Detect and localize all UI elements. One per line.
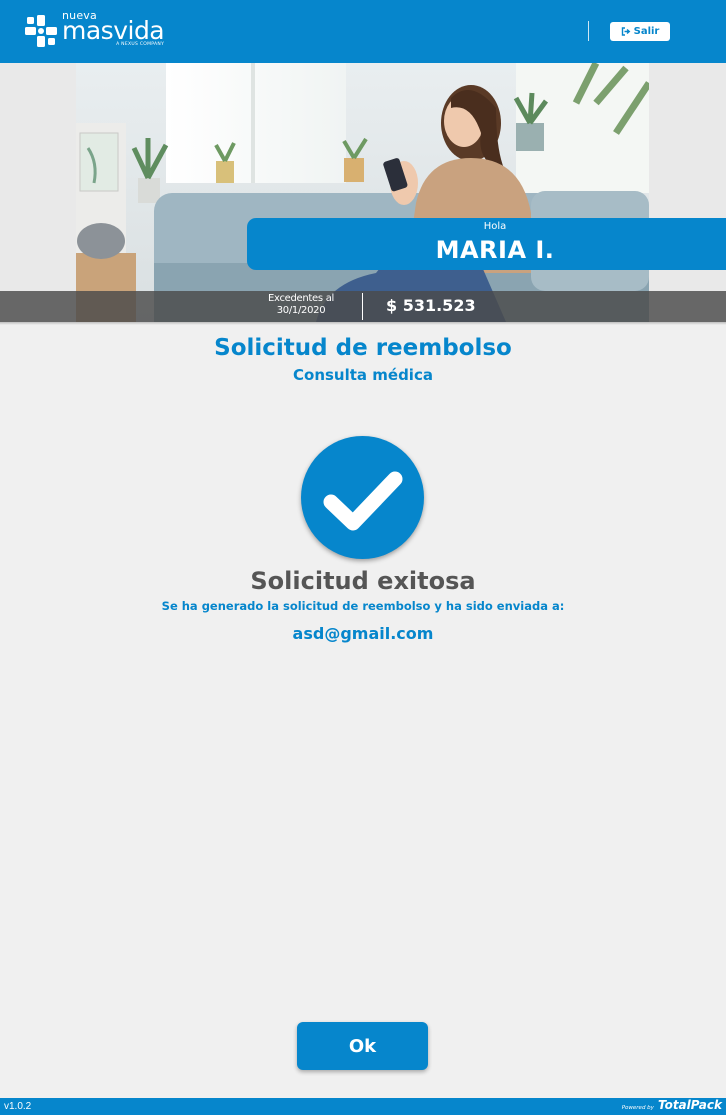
hero-photo xyxy=(76,63,649,322)
logout-button[interactable]: Salir xyxy=(610,22,670,41)
page-title: Solicitud de reembolso xyxy=(214,335,512,361)
greeting-panel: Hola MARIA I. xyxy=(247,218,726,270)
app-version: v1.0.2 xyxy=(4,1101,32,1112)
recipient-email: asd@gmail.com xyxy=(292,624,434,643)
balance-label: Excedentes al 30/1/2020 xyxy=(267,293,335,316)
app-header: nueva masvida A NEXUS COMPANY Salir xyxy=(0,0,726,63)
powered-by: Powered by TotalPack xyxy=(622,1098,722,1112)
app-footer: v1.0.2 Powered by TotalPack xyxy=(0,1098,726,1115)
powered-by-label: Powered by xyxy=(621,1105,654,1111)
success-status-icon xyxy=(301,436,424,559)
hero-shadow xyxy=(0,322,726,325)
cross-logo-icon xyxy=(25,15,57,47)
brand-logo: nueva masvida A NEXUS COMPANY xyxy=(24,10,165,50)
success-title: Solicitud exitosa xyxy=(250,567,476,595)
checkmark-icon xyxy=(323,471,403,531)
balance-amount: $ 531.523 xyxy=(386,296,476,315)
logout-label: Salir xyxy=(633,26,660,37)
success-message: Se ha generado la solicitud de reembolso… xyxy=(161,599,565,613)
balance-separator xyxy=(362,293,363,320)
brand-name: masvida xyxy=(62,16,165,46)
balance-bar: Excedentes al 30/1/2020 $ 531.523 xyxy=(0,291,726,322)
powered-by-brand: TotalPack xyxy=(657,1098,722,1112)
ok-button[interactable]: Ok xyxy=(297,1022,428,1070)
page-subtitle: Consulta médica xyxy=(293,366,433,384)
user-name: MARIA I. xyxy=(435,236,555,264)
header-divider xyxy=(588,21,589,41)
sign-out-icon xyxy=(621,27,630,36)
greeting-label: Hola xyxy=(483,221,507,232)
